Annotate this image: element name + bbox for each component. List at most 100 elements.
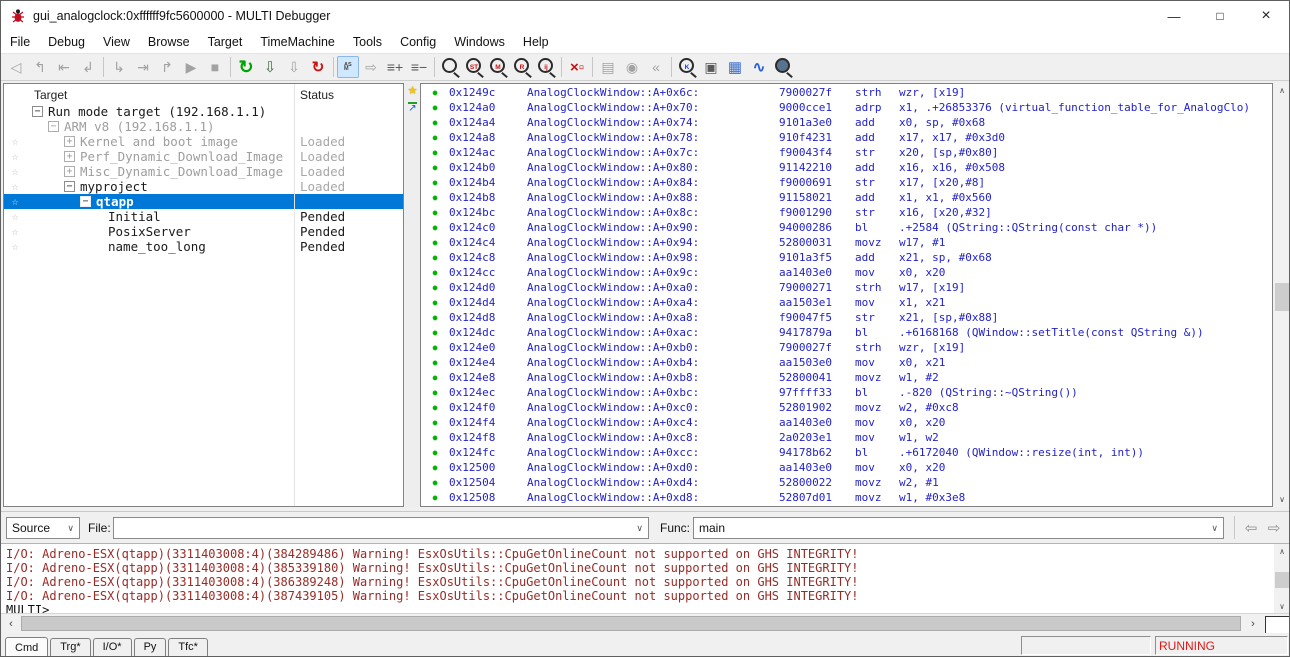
tree-expander-icon[interactable]: −: [48, 121, 59, 132]
breakpoint-dot-icon[interactable]: ●: [421, 385, 449, 400]
disassembly-row[interactable]: ● 0x124c0 AnalogClockWindow::A+0x90: 940…: [421, 220, 1272, 235]
status-column-header[interactable]: Status: [300, 88, 334, 102]
find-locals-icon[interactable]: ij: [534, 55, 558, 79]
target-tree-row[interactable]: ☆ − qtapp: [4, 194, 403, 209]
restart-icon[interactable]: ↻: [306, 55, 330, 79]
disassembly-row[interactable]: ● 0x124b4 AnalogClockWindow::A+0x84: f90…: [421, 175, 1272, 190]
console-tab[interactable]: Tfc*: [168, 638, 208, 656]
navigate-forward-icon[interactable]: ⇨: [1263, 518, 1285, 538]
disassembly-row[interactable]: ● 0x124f0 AnalogClockWindow::A+0xc0: 528…: [421, 400, 1272, 415]
breakpoint-dot-icon[interactable]: ●: [421, 445, 449, 460]
breakpoint-dot-icon[interactable]: ●: [421, 100, 449, 115]
step-back-into-icon[interactable]: ⇤: [52, 55, 76, 79]
horizontal-scrollbar[interactable]: ‹ ›: [1, 613, 1289, 633]
breakpoint-dot-icon[interactable]: ●: [421, 460, 449, 475]
breakpoint-dot-icon[interactable]: ●: [421, 280, 449, 295]
console-tab[interactable]: I/O*: [93, 638, 132, 656]
bookmark-star-icon[interactable]: ☆: [4, 194, 26, 209]
toggle-breakpoint-icon[interactable]: ×▫: [565, 55, 589, 79]
disassembly-row[interactable]: ● 0x124e4 AnalogClockWindow::A+0xb4: aa1…: [421, 355, 1272, 370]
breakpoint-dot-icon[interactable]: ●: [421, 190, 449, 205]
scroll-up-icon[interactable]: ∧: [1274, 544, 1290, 559]
breakpoint-dot-icon[interactable]: ●: [421, 295, 449, 310]
minimize-button[interactable]: —: [1151, 1, 1197, 31]
disassembly-row[interactable]: ● 0x12508 AnalogClockWindow::A+0xd8: 528…: [421, 490, 1272, 505]
disassembly-scrollbar[interactable]: ∧ ∨: [1274, 83, 1290, 507]
step-over-icon[interactable]: ↳: [107, 55, 131, 79]
breakpoint-dot-icon[interactable]: ●: [421, 220, 449, 235]
disassembly-row[interactable]: ● 0x124a0 AnalogClockWindow::A+0x70: 900…: [421, 100, 1272, 115]
breakpoint-dot-icon[interactable]: ●: [421, 145, 449, 160]
disassembly-row[interactable]: ● 0x124dc AnalogClockWindow::A+0xac: 941…: [421, 325, 1272, 340]
bookmark-star-icon[interactable]: ☆: [4, 149, 26, 164]
scroll-right-icon[interactable]: ›: [1245, 614, 1261, 633]
scroll-up-icon[interactable]: ∧: [1274, 83, 1290, 98]
step-back-over-icon[interactable]: ↲: [76, 55, 100, 79]
next-document-icon[interactable]: ⇨: [359, 55, 383, 79]
find-stops-icon[interactable]: ST: [462, 55, 486, 79]
breakpoint-dot-icon[interactable]: ●: [421, 325, 449, 340]
breakpoint-dot-icon[interactable]: ●: [421, 175, 449, 190]
disassembly-row[interactable]: ● 0x124f8 AnalogClockWindow::A+0xc8: 2a0…: [421, 430, 1272, 445]
breakpoint-dot-icon[interactable]: ●: [421, 130, 449, 145]
bookmark-star-icon[interactable]: ☆: [4, 164, 26, 179]
expand-blocks-icon[interactable]: ≡+: [383, 55, 407, 79]
target-tree-row[interactable]: − ARM v8 (192.168.1.1): [4, 119, 403, 134]
disassembly-row[interactable]: ● 0x12504 AnalogClockWindow::A+0xd4: 528…: [421, 475, 1272, 490]
disassembly-row[interactable]: ● 0x124b8 AnalogClockWindow::A+0x88: 911…: [421, 190, 1272, 205]
disassembly-row[interactable]: ● 0x124d4 AnalogClockWindow::A+0xa4: aa1…: [421, 295, 1272, 310]
connect-icon[interactable]: ⇩: [282, 55, 306, 79]
disassembly-row[interactable]: ● 0x124c8 AnalogClockWindow::A+0x98: 910…: [421, 250, 1272, 265]
menu-item[interactable]: View: [94, 33, 139, 51]
find-memory-icon[interactable]: M: [486, 55, 510, 79]
breakpoint-dot-icon[interactable]: ●: [421, 355, 449, 370]
breakpoint-dot-icon[interactable]: ●: [421, 205, 449, 220]
console-tab[interactable]: Py: [134, 638, 167, 656]
command-console[interactable]: I/O: Adreno-ESX(qtapp)(3311403008:4)(384…: [1, 543, 1289, 613]
close-button[interactable]: ×: [1243, 1, 1289, 31]
new-window-icon[interactable]: ▣: [699, 55, 723, 79]
scroll-down-icon[interactable]: ∨: [1274, 599, 1290, 614]
memory-view-icon[interactable]: ▦: [723, 55, 747, 79]
breakpoint-dot-icon[interactable]: ●: [421, 310, 449, 325]
tree-expander-icon[interactable]: −: [80, 196, 91, 207]
target-tree-row[interactable]: ☆ Initial Pended: [4, 209, 403, 224]
target-column-header[interactable]: Target: [34, 88, 67, 102]
disassembly-row[interactable]: ● 0x1249c AnalogClockWindow::A+0x6c: 790…: [421, 85, 1272, 100]
breakpoint-dot-icon[interactable]: ●: [421, 235, 449, 250]
assembly-view-icon[interactable]: ASM: [337, 56, 359, 78]
step-out-icon[interactable]: ↱: [155, 55, 179, 79]
bookmark-star-icon[interactable]: ☆: [4, 134, 26, 149]
navigate-back-icon[interactable]: ⇦: [1240, 518, 1262, 538]
breakpoint-dot-icon[interactable]: ●: [421, 430, 449, 445]
disassembly-row[interactable]: ● 0x124c4 AnalogClockWindow::A+0x94: 528…: [421, 235, 1272, 250]
breakpoint-dot-icon[interactable]: ●: [421, 475, 449, 490]
tree-expander-icon[interactable]: −: [64, 181, 75, 192]
disassembly-row[interactable]: ● 0x124f4 AnalogClockWindow::A+0xc4: aa1…: [421, 415, 1272, 430]
breakpoint-dot-icon[interactable]: ●: [421, 160, 449, 175]
collapse-blocks-icon[interactable]: ≡−: [407, 55, 431, 79]
disassembly-row[interactable]: ● 0x124d0 AnalogClockWindow::A+0xa0: 790…: [421, 280, 1272, 295]
tree-expander-icon[interactable]: +: [64, 151, 75, 162]
scrollbar-thumb[interactable]: [1275, 283, 1289, 311]
sync-to-pc-icon[interactable]: ↗: [408, 102, 416, 114]
bookmark-star-icon[interactable]: ☆: [4, 224, 26, 239]
breakpoint-dot-icon[interactable]: ●: [421, 370, 449, 385]
disassembly-row[interactable]: ● 0x124bc AnalogClockWindow::A+0x8c: f90…: [421, 205, 1272, 220]
breakpoint-dot-icon[interactable]: ●: [421, 115, 449, 130]
halt-icon[interactable]: ■: [203, 55, 227, 79]
breakpoint-dot-icon[interactable]: ●: [421, 400, 449, 415]
disassembly-row[interactable]: ● 0x124a8 AnalogClockWindow::A+0x78: 910…: [421, 130, 1272, 145]
target-tree-row[interactable]: ☆ + Kernel and boot image Loaded: [4, 134, 403, 149]
maximize-button[interactable]: □: [1197, 1, 1243, 31]
tree-expander-icon[interactable]: +: [64, 166, 75, 177]
step-back-out-icon[interactable]: ↰: [28, 55, 52, 79]
disassembly-row[interactable]: ● 0x124b0 AnalogClockWindow::A+0x80: 911…: [421, 160, 1272, 175]
go-icon[interactable]: ↻: [234, 55, 258, 79]
target-tree-row[interactable]: − Run mode target (192.168.1.1): [4, 104, 403, 119]
menu-item[interactable]: Help: [514, 33, 558, 51]
bookmark-star-icon[interactable]: ☆: [4, 209, 26, 224]
menu-item[interactable]: Debug: [39, 33, 94, 51]
scrollbar-thumb[interactable]: [21, 616, 1241, 631]
find-registers-icon[interactable]: R: [510, 55, 534, 79]
